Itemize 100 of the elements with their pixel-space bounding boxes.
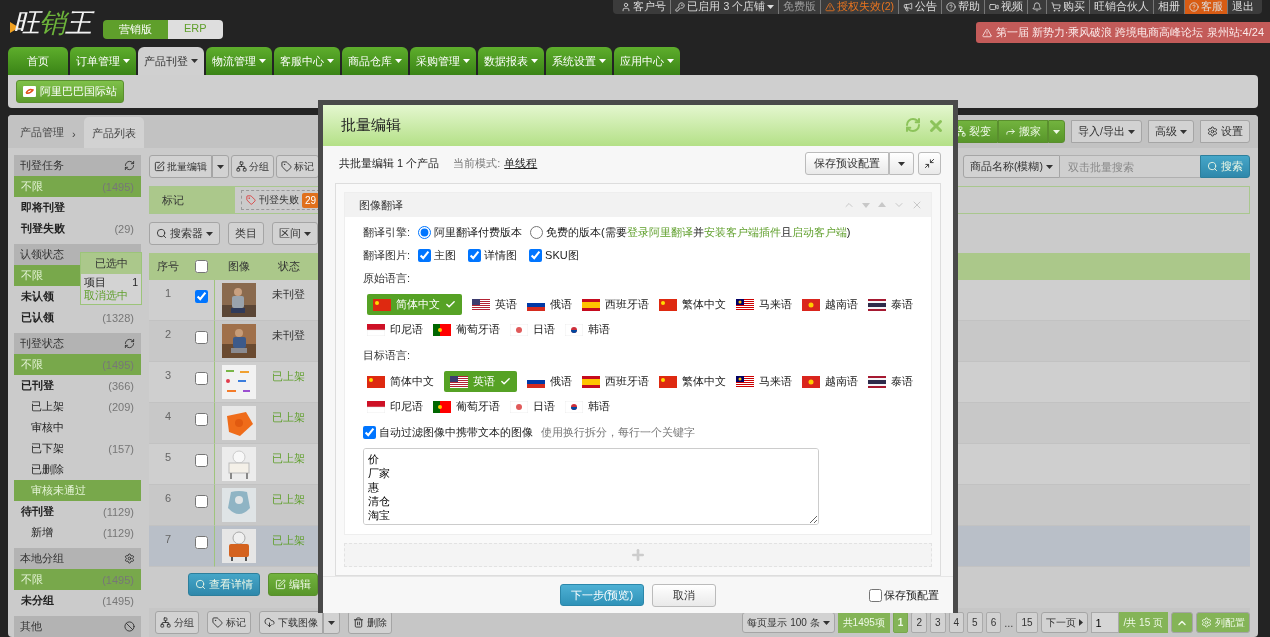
keyword-textarea[interactable]: 价 厂家 惠 清仓 淘宝 (363, 448, 819, 525)
row-checkbox[interactable] (194, 454, 208, 467)
language-chip[interactable]: 印尼语 (367, 396, 423, 417)
sidebar-item[interactable]: 已认领 (1328) (14, 307, 141, 328)
row-checkbox[interactable] (194, 536, 208, 549)
next-page-button[interactable]: 下一页 (1040, 612, 1088, 633)
language-chip[interactable]: 英语 (472, 294, 517, 315)
page-tab[interactable]: 产品列表 (83, 117, 144, 148)
language-chip[interactable]: 泰语 (868, 294, 913, 315)
toolbar-button[interactable]: 标记 (276, 155, 319, 178)
sidebar-item[interactable]: 已下架 (157) (14, 438, 141, 459)
row-checkbox[interactable] (194, 290, 208, 303)
language-chip[interactable]: 马来语 (736, 294, 792, 315)
language-chip[interactable]: 印尼语 (367, 319, 423, 340)
save-preset-button[interactable]: 保存预设配置 (805, 152, 889, 175)
radio-button[interactable] (530, 226, 544, 239)
menu-item[interactable]: 购买 (1046, 0, 1089, 14)
dropdown-toggle[interactable] (889, 152, 914, 175)
page-input[interactable]: 1 (1090, 612, 1119, 633)
language-chip[interactable]: 葡萄牙语 (433, 319, 500, 340)
checkbox[interactable] (363, 426, 376, 439)
nav-tab[interactable]: 数据报表 (478, 47, 544, 75)
page-button[interactable]: 4 (948, 612, 965, 633)
menu-item[interactable]: 视频 (984, 0, 1027, 14)
sidebar-item[interactable]: 已删除 (14, 459, 141, 480)
page-button[interactable]: 5 (967, 612, 983, 633)
checkbox[interactable] (529, 249, 543, 262)
bulk-action-button[interactable]: 删除 (348, 611, 392, 634)
filter-button[interactable]: 区间 (272, 222, 318, 245)
bulk-action-button[interactable]: 下载图像 (259, 611, 323, 634)
language-chip[interactable]: 繁体中文 (659, 294, 726, 315)
menu-item[interactable]: 已启用 3 个店铺 (670, 0, 779, 14)
language-chip[interactable]: 西班牙语 (582, 294, 649, 315)
filter-button[interactable]: 搜索器 (149, 222, 220, 245)
menu-item[interactable]: 客户号 (617, 0, 671, 14)
page-size-select[interactable]: 每页显示 100 条 (742, 612, 835, 633)
language-chip[interactable]: 俄语 (527, 371, 572, 392)
row-checkbox[interactable] (194, 372, 208, 385)
menu-item[interactable]: 退出 (1227, 0, 1258, 14)
page-button[interactable]: 6 (985, 612, 1002, 633)
sidebar-item[interactable]: 刊登失败 (29) (14, 218, 141, 239)
collapse-button[interactable] (918, 152, 941, 175)
language-chip[interactable]: 泰语 (868, 371, 913, 392)
nav-tab[interactable]: 商品仓库 (342, 47, 408, 75)
checkbox[interactable] (468, 249, 482, 262)
nav-tab[interactable]: 首页 (8, 47, 68, 75)
nav-tab[interactable]: 客服中心 (274, 47, 340, 75)
cancel-button[interactable]: 取消 (652, 583, 717, 607)
toolbar-button[interactable]: 设置 (1200, 120, 1250, 143)
menu-item[interactable]: 授权失效(2) (820, 0, 898, 14)
language-chip[interactable]: 韩语 (565, 396, 610, 417)
sidebar-item[interactable]: 已刊登 (366) (14, 375, 141, 396)
dropdown-toggle[interactable] (1048, 120, 1066, 143)
sidebar-item[interactable]: 待刊登 (1129) (14, 501, 141, 522)
search-field[interactable]: 双击批量搜索 (1060, 155, 1200, 178)
dropdown-toggle[interactable] (323, 611, 340, 634)
page-button[interactable]: 2 (911, 612, 927, 633)
toolbar-button[interactable]: 分组 (231, 155, 274, 178)
checkbox[interactable] (869, 588, 882, 602)
menu-item[interactable]: 帮助 (941, 0, 984, 14)
breadcrumb-link[interactable]: 产品管理 (20, 125, 64, 148)
menu-item[interactable]: 免费版 (778, 0, 821, 14)
search-field-select[interactable]: 商品名称(模糊) (963, 155, 1060, 178)
page-button[interactable]: 3 (930, 612, 946, 633)
toolbar-button[interactable]: 高级 (1148, 120, 1194, 143)
language-chip[interactable]: 越南语 (802, 294, 858, 315)
language-chip[interactable]: 西班牙语 (582, 371, 649, 392)
radio-button[interactable] (418, 226, 432, 239)
row-checkbox[interactable] (194, 413, 208, 426)
menu-item[interactable]: 公告 (898, 0, 941, 14)
sidebar-item[interactable]: 已上架 (209) (14, 396, 141, 417)
nav-tab[interactable]: 应用中心 (614, 47, 680, 75)
nav-tab[interactable]: 产品刊登 (138, 47, 204, 75)
menu-item[interactable]: 旺销合伙人 (1089, 0, 1153, 14)
dropdown-toggle[interactable] (212, 155, 229, 178)
filter-button[interactable]: 类目 (228, 222, 264, 245)
select-all-checkbox[interactable] (195, 260, 208, 273)
nav-tab[interactable]: 订单管理 (70, 47, 136, 75)
language-chip[interactable]: 越南语 (802, 371, 858, 392)
sidebar-item[interactable]: 未分组 (1495) (14, 590, 141, 611)
nav-tab[interactable]: 采购管理 (410, 47, 476, 75)
language-chip[interactable]: 繁体中文 (659, 371, 726, 392)
row-checkbox[interactable] (194, 495, 208, 508)
sidebar-item[interactable]: 新增 (1129) (14, 522, 141, 543)
checkbox[interactable] (418, 249, 432, 262)
language-chip[interactable]: 俄语 (527, 294, 572, 315)
language-chip[interactable]: 日语 (510, 319, 555, 340)
announcement-banner[interactable]: 第一届 新势力·乘风破浪 跨境电商高峰论坛 泉州站:4/24 (975, 22, 1270, 43)
language-chip[interactable]: 日语 (510, 396, 555, 417)
language-chip[interactable]: 简体中文 (367, 371, 434, 392)
page-button[interactable]: 15 (1016, 612, 1038, 633)
language-chip[interactable]: 马来语 (736, 371, 792, 392)
sidebar-item[interactable]: 审核中 (14, 417, 141, 438)
toolbar-button[interactable]: 批量编辑 (149, 155, 212, 178)
toolbar-button[interactable]: 导入/导出 (1071, 120, 1142, 143)
bulk-action-button[interactable]: 分组 (155, 611, 199, 634)
language-chip[interactable]: 韩语 (565, 319, 610, 340)
row-checkbox[interactable] (194, 331, 208, 344)
language-chip[interactable]: 葡萄牙语 (433, 396, 500, 417)
bulk-action-button[interactable]: 标记 (207, 611, 251, 634)
